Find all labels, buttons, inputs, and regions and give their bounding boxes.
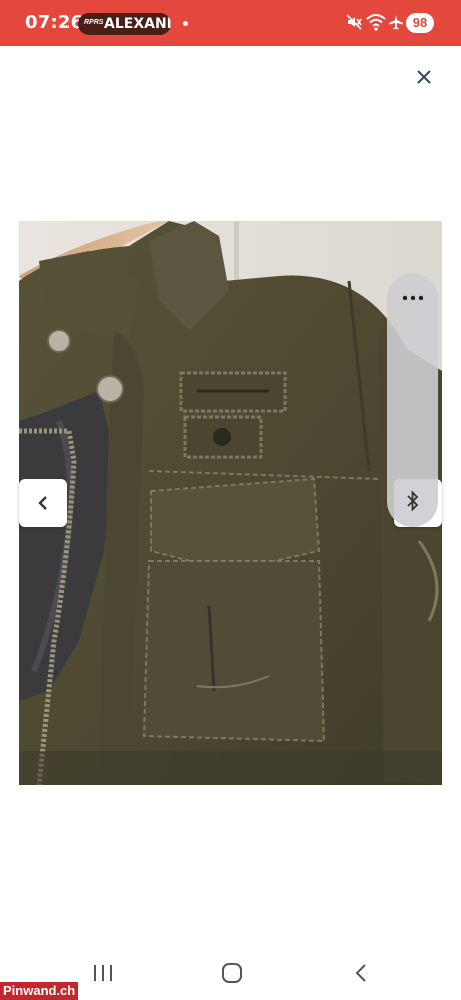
- close-button[interactable]: [409, 62, 439, 92]
- back-icon: [355, 964, 366, 982]
- back-button[interactable]: [341, 958, 381, 988]
- home-icon: [222, 963, 242, 983]
- floating-side-panel[interactable]: [387, 273, 438, 527]
- recent-apps-button[interactable]: [83, 958, 123, 988]
- status-time: 07:26: [25, 12, 84, 33]
- previous-image-button[interactable]: [19, 479, 67, 527]
- close-icon: [417, 70, 431, 84]
- panel-more-button[interactable]: [387, 283, 438, 313]
- watermark-label: Pinwand.ch: [0, 982, 79, 1000]
- notification-dot: [183, 21, 188, 26]
- chevron-left-icon: [38, 496, 47, 510]
- wifi-icon: [366, 14, 386, 31]
- status-bar: 07:26 RPRS ALEXANI 98: [0, 0, 461, 46]
- mute-icon: [346, 14, 362, 30]
- media-mini-label: RPRS: [84, 19, 104, 26]
- battery-level: 98: [406, 13, 434, 33]
- media-label: ALEXANI: [104, 16, 171, 32]
- home-button[interactable]: [212, 958, 252, 988]
- airplane-icon: [389, 15, 403, 30]
- jacket-photo-illustration: [19, 221, 442, 785]
- bluetooth-icon: [406, 491, 418, 511]
- more-icon: [402, 295, 423, 301]
- recent-apps-icon: [94, 965, 112, 981]
- media-notification-pill[interactable]: RPRS ALEXANI: [78, 13, 171, 35]
- product-photo[interactable]: [19, 221, 442, 785]
- panel-bluetooth-button[interactable]: [387, 486, 438, 516]
